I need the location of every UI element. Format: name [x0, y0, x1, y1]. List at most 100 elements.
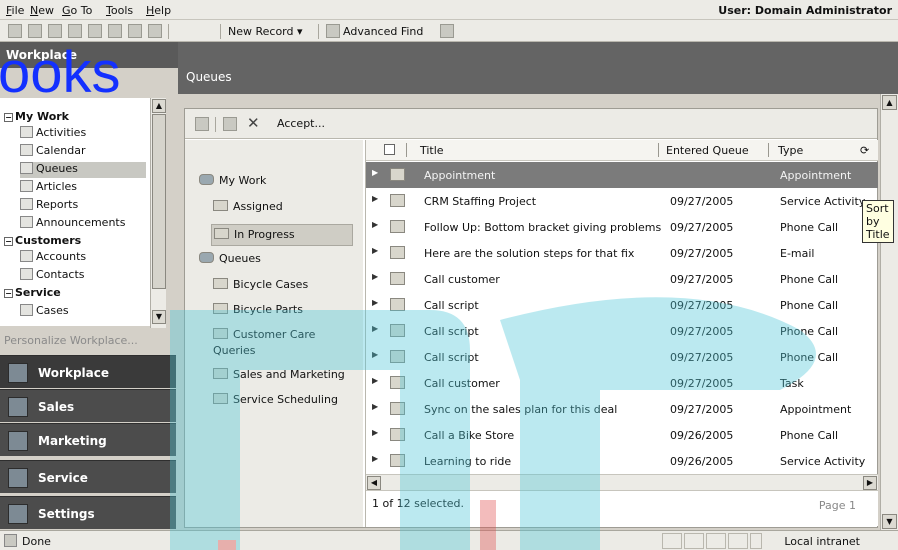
- toolbar-extra-icon[interactable]: [440, 24, 454, 38]
- expand-icon[interactable]: ▶: [372, 298, 378, 307]
- page-scrollbar[interactable]: ▲ ▼: [880, 94, 898, 530]
- page-icon: [4, 534, 17, 547]
- tree-item-bicycle-parts[interactable]: Bicycle Parts: [213, 303, 303, 316]
- expand-icon[interactable]: ▶: [372, 454, 378, 463]
- accept-button[interactable]: Accept...: [277, 117, 325, 130]
- table-row[interactable]: ▶ Call customer 09/27/2005 Phone Call: [366, 266, 878, 292]
- expand-icon[interactable]: ▶: [372, 272, 378, 281]
- table-row[interactable]: ▶ Call customer 09/27/2005 Task: [366, 370, 878, 396]
- forward-icon[interactable]: [28, 24, 42, 38]
- menu-goto[interactable]: Go To: [62, 4, 92, 17]
- tree-item-customer-care[interactable]: Customer Care: [213, 328, 315, 341]
- scroll-down-icon[interactable]: ▼: [152, 310, 166, 324]
- cell-title: Call customer: [424, 273, 500, 286]
- back-icon[interactable]: [8, 24, 22, 38]
- print-icon[interactable]: [195, 117, 209, 131]
- scroll-right-icon[interactable]: ▶: [863, 476, 877, 490]
- scroll-up-icon[interactable]: ▲: [882, 95, 897, 110]
- table-row[interactable]: ▶ Learning to ride 09/26/2005 Service Activ…: [366, 448, 878, 474]
- expand-icon[interactable]: ▶: [372, 428, 378, 437]
- activity-type-icon: [390, 298, 405, 311]
- scroll-thumb[interactable]: [152, 114, 166, 289]
- queues-icon: [20, 162, 33, 174]
- status-cell: [706, 533, 726, 549]
- table-row[interactable]: ▶ CRM Staffing Project 09/27/2005 Service A…: [366, 188, 878, 214]
- advanced-find-button[interactable]: Advanced Find: [343, 25, 423, 38]
- cases-icon: [20, 304, 33, 316]
- nav-button-workplace[interactable]: Workplace: [0, 355, 176, 388]
- menu-tools[interactable]: Tools: [106, 4, 133, 17]
- table-row[interactable]: ▶ Call script 09/27/2005 Phone Call: [366, 292, 878, 318]
- table-row[interactable]: ▶ Here are the solution steps for that fi…: [366, 240, 878, 266]
- nav-item-contacts[interactable]: Contacts: [20, 268, 85, 284]
- select-all-checkbox[interactable]: [384, 144, 395, 155]
- cell-entered-queue: 09/27/2005: [670, 273, 734, 286]
- table-row[interactable]: ▶ Call script 09/27/2005 Phone Call: [366, 318, 878, 344]
- menu-new[interactable]: New: [30, 4, 54, 17]
- collapse-icon[interactable]: −: [4, 237, 13, 246]
- expand-icon[interactable]: ▶: [372, 194, 378, 203]
- nav-group-my-work[interactable]: − My Work: [4, 110, 69, 126]
- tree-item-queries[interactable]: Queries: [213, 344, 255, 357]
- scroll-down-icon[interactable]: ▼: [882, 514, 897, 529]
- menu-help[interactable]: Help: [146, 4, 171, 17]
- expand-icon[interactable]: ▶: [372, 246, 378, 255]
- horizontal-scrollbar[interactable]: ◀ ▶: [366, 474, 878, 490]
- tree-item-bicycle-cases[interactable]: Bicycle Cases: [213, 278, 308, 291]
- refresh-icon[interactable]: [48, 24, 62, 38]
- tree-item-in-progress[interactable]: In Progress: [211, 224, 353, 246]
- nav-scrollbar[interactable]: ▲ ▼: [150, 98, 166, 328]
- help-icon[interactable]: [148, 24, 162, 38]
- column-header-entered-queue[interactable]: Entered Queue: [666, 144, 749, 157]
- expand-icon[interactable]: ▶: [372, 376, 378, 385]
- table-row[interactable]: ▶ Follow Up: Bottom bracket giving proble…: [366, 214, 878, 240]
- expand-icon[interactable]: ▶: [372, 220, 378, 229]
- personalize-link[interactable]: Personalize Workplace...: [4, 334, 138, 347]
- nav-item-reports[interactable]: Reports: [20, 198, 78, 214]
- expand-icon[interactable]: ▶: [372, 350, 378, 359]
- table-row[interactable]: ▶ Sync on the sales plan for this deal 09/…: [366, 396, 878, 422]
- folder-icon: [214, 228, 229, 239]
- expand-icon[interactable]: ▶: [372, 168, 378, 177]
- nav-group-service[interactable]: − Service: [4, 286, 61, 302]
- nav-item-calendar[interactable]: Calendar: [20, 144, 85, 160]
- tree-item-assigned[interactable]: Assigned: [213, 200, 283, 213]
- cell-entered-queue: 09/27/2005: [670, 299, 734, 312]
- nav-item-queues[interactable]: Queues: [20, 162, 146, 178]
- nav-item-accounts[interactable]: Accounts: [20, 250, 86, 266]
- column-header-title[interactable]: Title: [420, 144, 444, 157]
- expand-icon[interactable]: ▶: [372, 324, 378, 333]
- nav-group-customers[interactable]: − Customers: [4, 234, 81, 250]
- tree-my-work[interactable]: My Work: [199, 174, 266, 187]
- table-row[interactable]: ▶ Call a Bike Store 09/26/2005 Phone Call: [366, 422, 878, 448]
- expand-icon[interactable]: ▶: [372, 402, 378, 411]
- nav-button-sales[interactable]: Sales: [0, 389, 176, 422]
- assign-icon[interactable]: [223, 117, 237, 131]
- collapse-icon[interactable]: −: [4, 289, 13, 298]
- nav-item-cases[interactable]: Cases: [20, 304, 69, 320]
- calendar-icon[interactable]: [108, 24, 122, 38]
- nav-button-settings[interactable]: Settings: [0, 496, 176, 529]
- delete-icon[interactable]: ✕: [247, 114, 260, 132]
- print-icon[interactable]: [88, 24, 102, 38]
- table-row[interactable]: ▶ Appointment Appointment: [366, 162, 878, 188]
- nav-item-activities[interactable]: Activities: [20, 126, 86, 142]
- menu-file[interactable]: File: [6, 4, 24, 17]
- nav-item-announcements[interactable]: Announcements: [20, 216, 125, 232]
- nav-button-service[interactable]: Service: [0, 460, 176, 493]
- new-record-button[interactable]: New Record ▾: [228, 25, 303, 38]
- activity-type-icon: [390, 324, 405, 337]
- refresh-grid-icon[interactable]: ⟳: [860, 144, 869, 157]
- tree-queues[interactable]: Queues: [199, 252, 261, 265]
- import-icon[interactable]: [128, 24, 142, 38]
- table-row[interactable]: ▶ Call script 09/27/2005 Phone Call: [366, 344, 878, 370]
- scroll-left-icon[interactable]: ◀: [367, 476, 381, 490]
- home-icon[interactable]: [68, 24, 82, 38]
- scroll-up-icon[interactable]: ▲: [152, 99, 166, 113]
- nav-item-articles[interactable]: Articles: [20, 180, 77, 196]
- tree-item-service-scheduling[interactable]: Service Scheduling: [213, 393, 338, 406]
- nav-button-marketing[interactable]: Marketing: [0, 423, 176, 456]
- collapse-icon[interactable]: −: [4, 113, 13, 122]
- tree-item-sales-marketing[interactable]: Sales and Marketing: [213, 368, 345, 381]
- column-header-type[interactable]: Type: [778, 144, 803, 157]
